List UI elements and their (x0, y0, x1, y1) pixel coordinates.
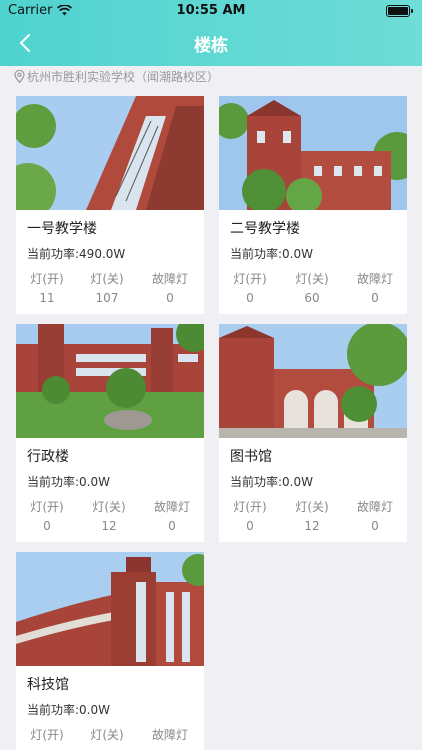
building-name: 图书馆 (230, 449, 272, 465)
faulty-lights-label: 故障灯 (151, 728, 188, 742)
current-power: 当前功率:0.0W (230, 475, 313, 489)
building-name: 一号教学楼 (27, 221, 97, 237)
lights-off-label: 灯(关) (295, 500, 329, 514)
lights-on-label: 灯(开) (30, 272, 64, 286)
lights-on-count: 0 (246, 519, 254, 533)
faulty-lights-label: 故障灯 (153, 500, 190, 514)
lights-on-count: 11 (39, 291, 55, 305)
building-photo (16, 96, 204, 210)
battery-icon (386, 5, 413, 17)
lights-on-label: 灯(开) (233, 272, 267, 286)
building-name: 二号教学楼 (230, 221, 300, 237)
current-power: 当前功率:0.0W (230, 247, 313, 261)
lights-on-label: 灯(开) (30, 500, 64, 514)
building-photo (16, 324, 204, 438)
lights-off-count: 107 (95, 291, 119, 305)
location-pin-icon (14, 70, 25, 83)
building-photo (219, 96, 407, 210)
current-power: 当前功率:490.0W (27, 247, 126, 261)
lights-on-count: 0 (246, 291, 254, 305)
page-title: 楼栋 (194, 36, 228, 56)
lights-off-label: 灯(关) (90, 728, 124, 742)
faulty-lights-label: 故障灯 (356, 500, 393, 514)
faulty-lights-count: 0 (166, 291, 174, 305)
lights-on-label: 灯(开) (30, 728, 64, 742)
building-card-5[interactable]: 科技馆 当前功率:0.0W 灯(开) 灯(关) 故障灯 (16, 552, 204, 750)
status-time: 10:55 AM (176, 3, 246, 18)
lights-on-label: 灯(开) (233, 500, 267, 514)
building-card-1[interactable]: 一号教学楼 当前功率:490.0W 灯(开) 灯(关) 故障灯 11 107 0 (16, 96, 204, 314)
faulty-lights-count: 0 (168, 519, 176, 533)
faulty-lights-count: 0 (371, 519, 379, 533)
school-location: 杭州市胜利实验学校（闻潮路校区） (14, 68, 219, 85)
nav-bar: Carrier 10:55 AM 楼栋 (0, 0, 422, 66)
faulty-lights-label: 故障灯 (151, 272, 188, 286)
lights-off-count: 12 (101, 519, 117, 533)
faulty-lights-label: 故障灯 (356, 272, 393, 286)
lights-off-label: 灯(关) (92, 500, 126, 514)
lights-off-count: 12 (304, 519, 320, 533)
current-power: 当前功率:0.0W (27, 703, 110, 717)
building-card-4[interactable]: 图书馆 当前功率:0.0W 灯(开) 灯(关) 故障灯 0 12 0 (219, 324, 407, 542)
building-name: 行政楼 (27, 449, 69, 465)
building-photo (16, 552, 204, 666)
lights-on-count: 0 (43, 519, 51, 533)
lights-off-label: 灯(关) (90, 272, 124, 286)
building-card-2[interactable]: 二号教学楼 当前功率:0.0W 灯(开) 灯(关) 故障灯 0 60 0 (219, 96, 407, 314)
lights-off-count: 60 (304, 291, 320, 305)
building-photo (219, 324, 407, 438)
status-bar: Carrier 10:55 AM (0, 0, 422, 22)
faulty-lights-count: 0 (371, 291, 379, 305)
current-power: 当前功率:0.0W (27, 475, 110, 489)
lights-off-label: 灯(关) (295, 272, 329, 286)
school-name: 杭州市胜利实验学校（闻潮路校区） (27, 70, 220, 84)
building-name: 科技馆 (27, 677, 69, 693)
building-card-3[interactable]: 行政楼 当前功率:0.0W 灯(开) 灯(关) 故障灯 0 12 0 (16, 324, 204, 542)
